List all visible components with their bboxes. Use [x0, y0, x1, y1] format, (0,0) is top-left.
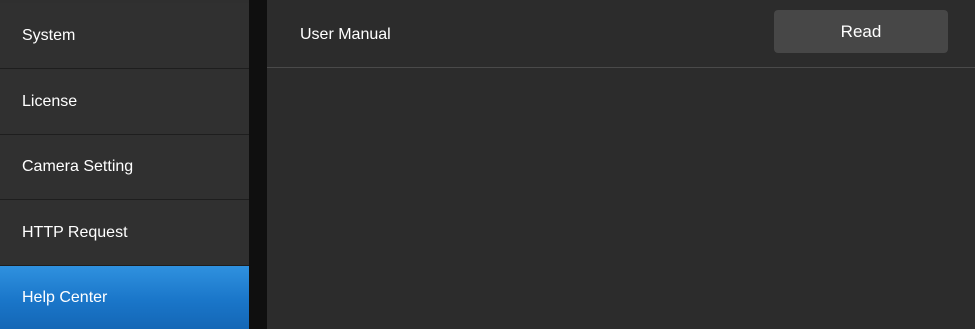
sidebar-item-camera-setting[interactable]: Camera Setting — [0, 135, 249, 200]
sidebar-item-label: License — [22, 92, 78, 110]
sidebar-item-label: Help Center — [22, 288, 108, 306]
sidebar-item-system[interactable]: System — [0, 3, 249, 69]
sidebar-item-http-request[interactable]: HTTP Request — [0, 200, 249, 266]
user-manual-row: User Manual Read — [267, 0, 975, 68]
read-button[interactable]: Read — [774, 10, 948, 53]
sidebar: System License Camera Setting HTTP Reque… — [0, 0, 249, 329]
sidebar-item-label: Camera Setting — [22, 158, 134, 175]
settings-window: System License Camera Setting HTTP Reque… — [0, 0, 975, 329]
user-manual-label: User Manual — [300, 26, 391, 43]
main-panel: User Manual Read — [267, 0, 975, 329]
sidebar-item-help-center[interactable]: Help Center — [0, 266, 249, 329]
sidebar-item-license[interactable]: License — [0, 69, 249, 135]
sidebar-item-label: System — [22, 26, 76, 44]
sidebar-item-label: HTTP Request — [22, 223, 128, 241]
